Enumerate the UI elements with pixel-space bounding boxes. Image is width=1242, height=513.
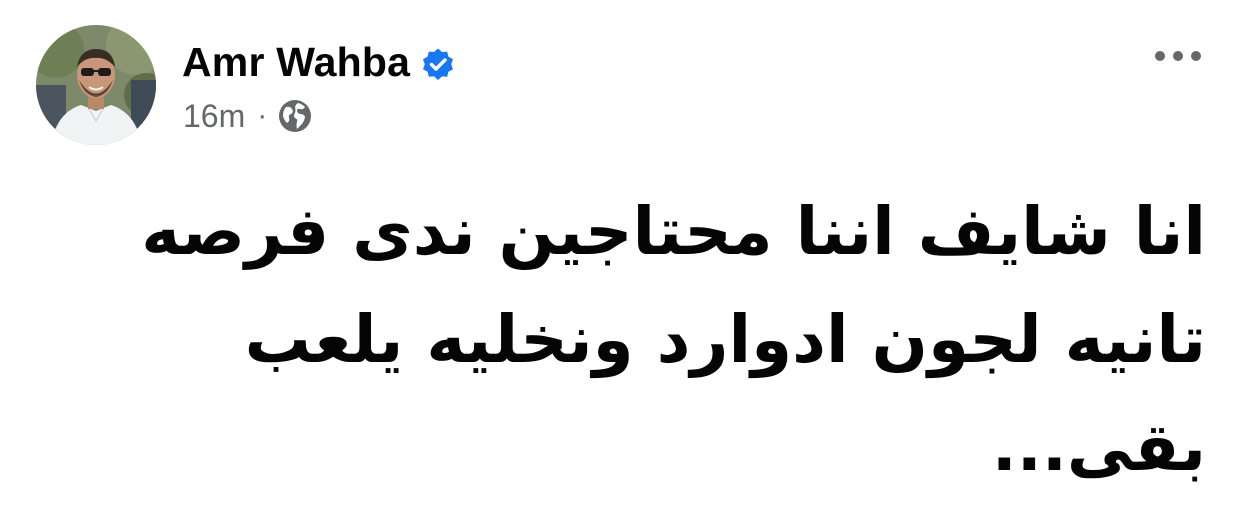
author-name-row: Amr Wahba — [182, 38, 456, 86]
avatar-photo — [36, 25, 156, 145]
more-options-button[interactable] — [1148, 36, 1208, 76]
post-meta: 16m · — [183, 96, 313, 136]
author-avatar[interactable] — [36, 25, 156, 145]
post-card: Amr Wahba 16m · انا شايف اننا محتاجين ند… — [0, 0, 1242, 513]
post-text-line: انا شايف اننا محتاجين ندى فرصه — [141, 193, 1206, 270]
verified-badge-icon — [420, 45, 456, 81]
post-text-line: بقى... — [991, 409, 1206, 486]
timestamp[interactable]: 16m — [183, 98, 245, 135]
globe-icon[interactable] — [277, 98, 313, 134]
post-text: انا شايف اننا محتاجين ندى فرصه تانيه لجو… — [116, 178, 1206, 502]
more-options-icon — [1155, 51, 1201, 61]
meta-separator: · — [257, 99, 268, 132]
author-name[interactable]: Amr Wahba — [182, 38, 410, 86]
post-text-line: تانيه لجون ادوارد ونخليه يلعب — [244, 301, 1206, 378]
